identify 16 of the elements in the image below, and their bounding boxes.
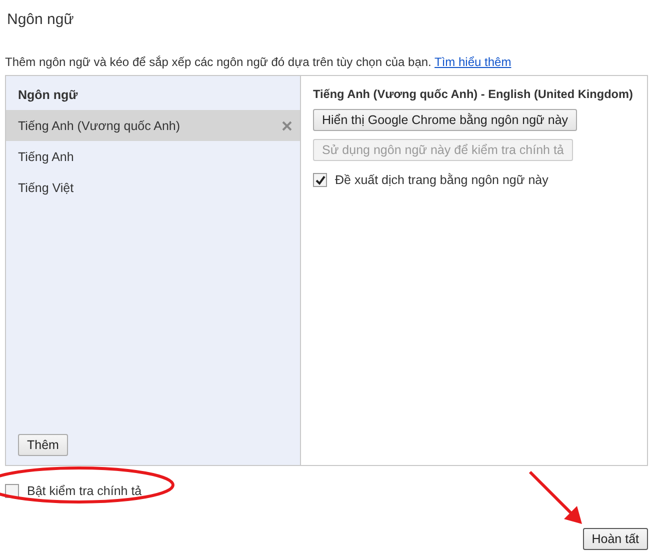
close-icon[interactable] xyxy=(282,120,292,130)
language-item[interactable]: Tiếng Anh xyxy=(6,141,300,172)
language-title: Tiếng Anh (Vương quốc Anh) - English (United Kingdom) xyxy=(313,87,634,101)
add-button[interactable]: Thêm xyxy=(18,434,68,456)
checkbox-label: Bật kiểm tra chính tả xyxy=(27,484,142,498)
language-item[interactable]: Tiếng Việt xyxy=(6,172,300,203)
arrow xyxy=(528,470,584,526)
checkbox[interactable] xyxy=(313,173,327,187)
done-button[interactable]: Hoàn tất xyxy=(582,528,648,550)
list-header: Ngôn ngữ xyxy=(17,87,79,104)
option-button[interactable]: Hiển thị Google Chrome bằng ngôn ngữ này xyxy=(313,109,578,131)
language-item[interactable]: Tiếng Anh (Vương quốc Anh) xyxy=(6,110,300,141)
checkbox-label: Đề xuất dịch trang bằng ngôn ngữ này xyxy=(335,173,548,187)
dialog-title: Ngôn ngữ xyxy=(6,10,75,30)
description-text: Thêm ngôn ngữ và kéo để sắp xếp các ngôn ngữ đó dựa trên tùy chọn của bạn. xyxy=(5,55,432,69)
learn-more-link[interactable]: Tìm hiểu thêm xyxy=(434,55,512,69)
